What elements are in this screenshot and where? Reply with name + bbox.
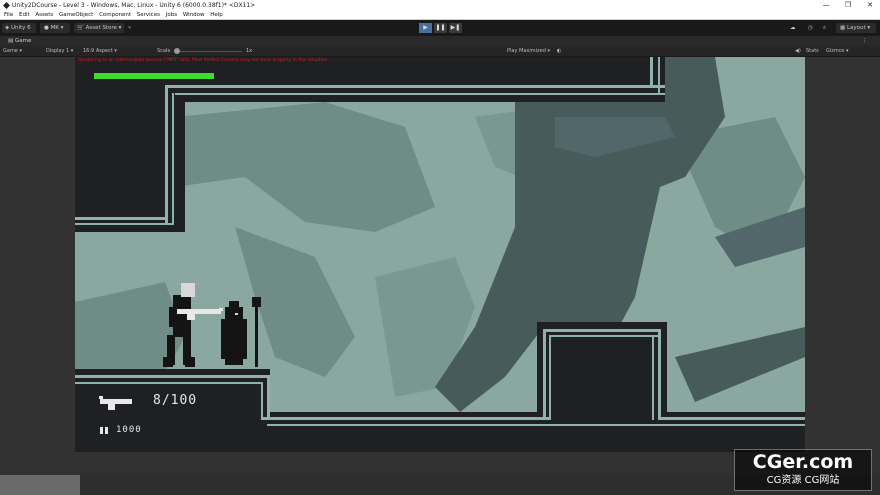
editor-tab-strip: ▤ Game ⋮ <box>0 36 880 46</box>
companion-npc <box>221 297 261 367</box>
wall-top <box>75 57 665 102</box>
tab-menu-icon[interactable]: ⋮ <box>862 36 868 46</box>
menu-gameobject[interactable]: GameObject <box>59 11 93 20</box>
menu-bar: File Edit Assets GameObject Component Se… <box>0 11 880 20</box>
aspect-dropdown[interactable]: 16:9 Aspect ▾ <box>83 46 117 57</box>
play-button[interactable]: ▶ <box>419 23 432 33</box>
scale-label: Scale <box>157 48 171 54</box>
scale-slider-knob[interactable] <box>174 48 180 54</box>
window-titlebar: Unity2DCourse - Level 3 - Windows, Mac, … <box>0 0 880 11</box>
close-button[interactable]: ✕ <box>860 0 880 11</box>
unity-version-label: ◈ Unity 6 <box>5 25 31 31</box>
search-icon[interactable]: ⌕ <box>823 24 826 32</box>
stats-button[interactable]: Stats <box>806 46 819 57</box>
status-bar-left <box>0 475 80 495</box>
account-label: ● MK ▾ <box>44 25 64 31</box>
unity-logo-icon <box>3 2 10 9</box>
menu-jobs[interactable]: Jobs <box>166 11 177 20</box>
scale-value: 1x <box>246 48 253 54</box>
view-dropdown[interactable]: Game ▾ <box>3 46 22 57</box>
audio-icon[interactable]: ◀) <box>795 46 801 57</box>
watermark: CGer.com CG资源 CG网站 <box>734 449 872 491</box>
menu-edit[interactable]: Edit <box>19 11 30 20</box>
menu-component[interactable]: Component <box>99 11 131 20</box>
ammo-counter: 8/100 <box>153 393 198 408</box>
display-dropdown[interactable]: Display 1 ▾ <box>46 46 73 57</box>
tab-game[interactable]: ▤ Game <box>4 36 36 46</box>
bullet-count: 1000 <box>116 425 142 435</box>
console-error-text: Rendering to an intermediate texture ("M… <box>78 58 329 63</box>
menu-services[interactable]: Services <box>137 11 160 20</box>
main-toolbar: ◈ Unity 6 ● MK ▾ 🛒 Asset Store ▾ ⑂ ▶ ❚❚ … <box>0 20 880 36</box>
watermark-title: CGer.com <box>752 451 854 473</box>
asset-store-label: 🛒 Asset Store ▾ <box>77 25 122 31</box>
menu-window[interactable]: Window <box>183 11 205 20</box>
cloud-icon[interactable]: ☁ <box>790 24 796 32</box>
floor-left <box>75 369 270 452</box>
health-bar <box>94 73 214 79</box>
window-title: Unity2DCourse - Level 3 - Windows, Mac, … <box>12 2 256 9</box>
watermark-subtitle: CG资源 CG网站 <box>766 475 840 486</box>
minimize-button[interactable]: — <box>816 0 836 11</box>
version-control-icon[interactable]: ⑂ <box>128 24 131 32</box>
menu-assets[interactable]: Assets <box>35 11 53 20</box>
player-head <box>181 283 195 297</box>
gizmos-dropdown[interactable]: Gizmos ▾ <box>826 46 849 57</box>
maximize-button[interactable]: ❐ <box>838 0 858 11</box>
pause-button[interactable]: ❚❚ <box>434 23 447 33</box>
history-icon[interactable]: ◷ <box>808 24 813 32</box>
menu-help[interactable]: Help <box>210 11 223 20</box>
play-maximized-dropdown[interactable]: Play Maximized ▾ <box>507 46 550 57</box>
mute-audio-icon[interactable]: ◐ <box>557 46 561 57</box>
step-button[interactable]: ▶❚ <box>449 23 462 33</box>
npc-eye <box>235 313 238 315</box>
game-view-toolbar: Game ▾ Display 1 ▾ 16:9 Aspect ▾ Scale 1… <box>0 46 880 57</box>
layout-label: ▦ Layout ▾ <box>840 25 871 31</box>
menu-file[interactable]: File <box>4 11 13 20</box>
scale-slider-track[interactable] <box>180 51 242 52</box>
